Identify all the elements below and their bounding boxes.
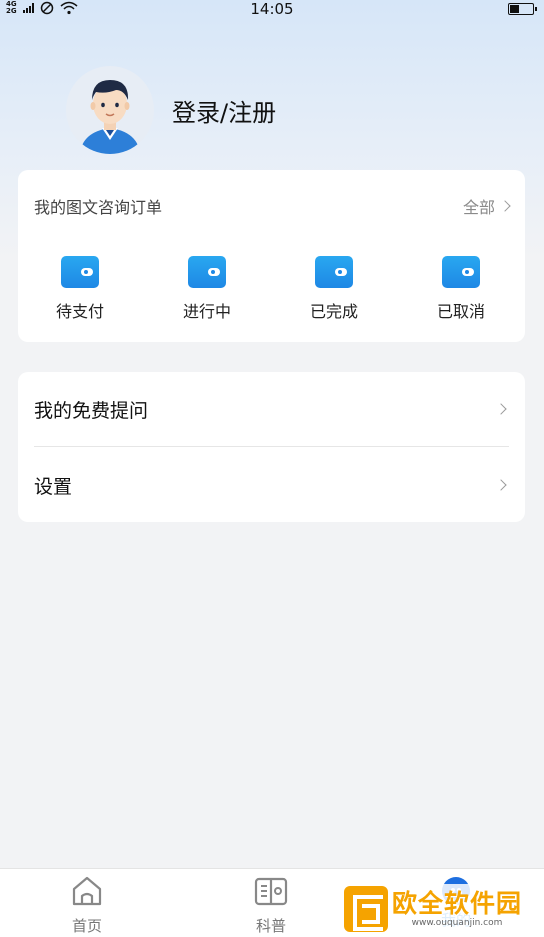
order-status-label: 已取消 [436,302,485,321]
order-status-in-progress[interactable]: 进行中 [167,256,247,322]
all-orders-link[interactable]: 全部 [462,194,511,218]
order-card: 我的图文咨询订单 全部 待支付 进行中 已完成 已取消 [18,170,525,342]
tab-label: 首页 [71,917,102,935]
book-icon [254,877,288,906]
tab-label: 科普 [255,917,286,935]
all-orders-label: 全部 [462,198,495,217]
order-status-cancelled[interactable]: 已取消 [421,256,501,322]
order-status-label: 已完成 [309,302,358,321]
menu-item-label: 我的免费提问 [34,399,149,422]
status-bar: 4G 2G 14:05 [0,0,544,20]
avatar[interactable] [66,66,154,154]
watermark-logo-icon [344,886,388,932]
menu-divider [34,446,509,447]
watermark-url: www.ouquanjin.com [411,918,503,928]
tab-home[interactable]: 首页 [47,875,127,936]
battery-icon [508,3,537,15]
avatar-icon [80,80,140,154]
chevron-right-icon [495,403,507,415]
order-status-label: 待支付 [55,302,104,321]
menu-item-label: 设置 [34,475,73,498]
home-icon [72,876,102,906]
login-register-link[interactable]: 登录/注册 [172,93,276,128]
order-status-completed[interactable]: 已完成 [294,256,374,322]
profile-section[interactable]: 登录/注册 [66,66,276,154]
wallet-icon [188,256,226,288]
chevron-right-icon [499,200,511,212]
wallet-icon [442,256,480,288]
watermark-title: 欧全软件园 [392,889,523,918]
menu-item-free-questions[interactable]: 我的免费提问 [34,372,509,446]
wallet-icon [315,256,353,288]
order-card-header: 我的图文咨询订单 全部 [34,194,511,218]
menu-card: 我的免费提问 设置 [18,372,525,522]
watermark: 欧全软件园 www.ouquanjin.com [344,884,540,934]
menu-item-settings[interactable]: 设置 [34,448,509,522]
order-status-pending-payment[interactable]: 待支付 [40,256,120,322]
order-card-title: 我的图文咨询订单 [34,198,163,217]
wallet-icon [61,256,99,288]
chevron-right-icon [495,479,507,491]
watermark-text: 欧全软件园 www.ouquanjin.com [392,889,523,929]
status-time: 14:05 [250,0,294,18]
tab-science[interactable]: 科普 [231,875,311,936]
order-status-label: 进行中 [182,302,231,321]
